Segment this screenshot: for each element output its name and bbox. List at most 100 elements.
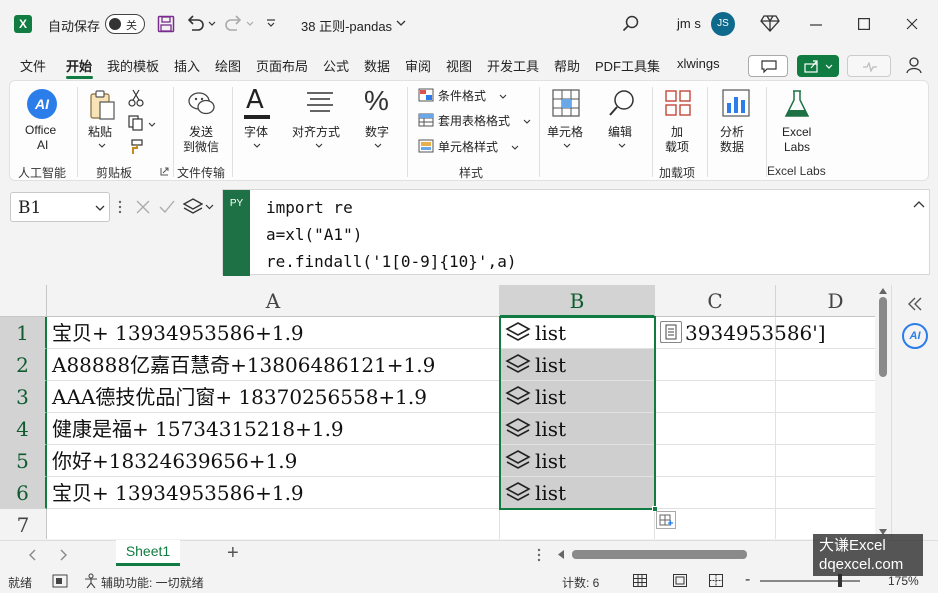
cell-a4[interactable]: 健康是福+ 15734315218+1.9: [47, 413, 500, 445]
normal-view-icon[interactable]: [633, 574, 647, 587]
tab-file[interactable]: 文件: [20, 56, 46, 75]
minimize-icon[interactable]: [810, 24, 822, 26]
tab-home[interactable]: 开始: [66, 56, 92, 75]
row-header[interactable]: 3: [0, 381, 47, 413]
search-icon[interactable]: [622, 15, 640, 33]
scroll-up-icon[interactable]: [879, 288, 887, 294]
tab-pdf-tools[interactable]: PDF工具集: [595, 56, 660, 75]
tab-xlwings[interactable]: xlwings: [677, 56, 720, 71]
cell-b4[interactable]: list: [500, 413, 655, 445]
cell-a6[interactable]: 宝贝+ 13934953586+1.9: [47, 477, 500, 509]
cancel-icon[interactable]: [136, 200, 150, 214]
cell-d4[interactable]: [776, 413, 875, 445]
cell-d5[interactable]: [776, 445, 875, 477]
comments-button[interactable]: [748, 55, 788, 77]
tab-data[interactable]: 数据: [364, 56, 390, 75]
more-options-icon[interactable]: [118, 199, 122, 215]
excel-labs-button[interactable]: Excel Labs: [774, 87, 820, 159]
add-ins-button[interactable]: 加 载项: [658, 87, 698, 159]
card-icon[interactable]: [660, 321, 682, 343]
tab-review[interactable]: 审阅: [405, 56, 431, 75]
tab-formulas[interactable]: 公式: [323, 56, 349, 75]
cell-b3[interactable]: list: [500, 381, 655, 413]
count-summary[interactable]: 计数: 6: [562, 574, 599, 591]
document-title[interactable]: 38 正则-pandas: [301, 16, 392, 35]
cell-a3[interactable]: AAA德技优品门窗+ 18370256558+1.9: [47, 381, 500, 413]
tab-view[interactable]: 视图: [446, 56, 472, 75]
cell-d2[interactable]: [776, 349, 875, 381]
cell-c3[interactable]: [655, 381, 776, 413]
zoom-level[interactable]: 175%: [888, 574, 919, 588]
select-all-corner[interactable]: [0, 285, 47, 317]
vertical-scrollbar[interactable]: [876, 285, 890, 539]
redo-dropdown-icon[interactable]: [246, 21, 254, 27]
editing-button[interactable]: 编辑: [602, 87, 642, 159]
vertical-scroll-thumb[interactable]: [879, 297, 887, 377]
paste-button[interactable]: 粘贴: [84, 87, 120, 159]
cell-b2[interactable]: list: [500, 349, 655, 381]
row-header[interactable]: 7: [0, 509, 47, 539]
number-button[interactable]: % 数字: [360, 85, 396, 159]
office-ai-button[interactable]: AI Office AI: [22, 87, 64, 159]
tab-help[interactable]: 帮助: [554, 56, 580, 75]
add-sheet-button[interactable]: +: [227, 542, 239, 565]
redo-icon[interactable]: [224, 14, 244, 32]
dialog-launcher-icon[interactable]: [160, 167, 169, 176]
name-box[interactable]: B1: [10, 192, 110, 222]
copy-icon[interactable]: [128, 115, 144, 131]
row-header[interactable]: 2: [0, 349, 47, 381]
cell-styles-button[interactable]: 单元格样式: [416, 137, 536, 157]
cell-b5[interactable]: list: [500, 445, 655, 477]
format-as-table-button[interactable]: 套用表格格式: [416, 111, 536, 131]
cell-d6[interactable]: [776, 477, 875, 509]
next-sheet-icon[interactable]: [60, 549, 68, 561]
python-object-icon[interactable]: [505, 481, 531, 505]
cut-icon[interactable]: [128, 89, 144, 107]
cell-a2[interactable]: A88888亿嘉百慧奇+13806486121+1.9: [47, 349, 500, 381]
send-to-wechat-button[interactable]: 发送 到微信: [180, 87, 224, 159]
collapse-pane-icon[interactable]: [906, 297, 924, 311]
python-object-icon[interactable]: [505, 353, 531, 377]
share-button[interactable]: [797, 55, 839, 77]
cell-c2[interactable]: [655, 349, 776, 381]
row-header[interactable]: 4: [0, 413, 47, 445]
cell-b1[interactable]: list: [500, 317, 655, 349]
tab-my-templates[interactable]: 我的模板: [107, 56, 159, 75]
office-ai-pane-icon[interactable]: AI: [902, 323, 928, 349]
alignment-button[interactable]: 对齐方式: [290, 87, 348, 159]
page-break-view-icon[interactable]: [709, 574, 723, 587]
collapse-formula-bar-icon[interactable]: [913, 200, 925, 208]
copilot-person-icon[interactable]: [905, 55, 925, 75]
close-icon[interactable]: [906, 18, 918, 30]
column-header-a[interactable]: A: [47, 285, 500, 317]
python-object-icon[interactable]: [505, 321, 531, 345]
zoom-out-button[interactable]: -: [745, 571, 750, 589]
scroll-left-icon[interactable]: [558, 550, 564, 559]
title-chevron-down-icon[interactable]: [396, 20, 406, 27]
tab-split-icon[interactable]: [537, 548, 541, 562]
cell-a1[interactable]: 宝贝+ 13934953586+1.9: [47, 317, 500, 349]
row-header[interactable]: 1: [0, 317, 47, 349]
maximize-icon[interactable]: [858, 18, 870, 30]
accessibility-icon[interactable]: [84, 573, 98, 589]
horizontal-scroll-thumb[interactable]: [572, 550, 747, 559]
prev-sheet-icon[interactable]: [28, 549, 36, 561]
zoom-slider[interactable]: [760, 580, 860, 582]
diamond-icon[interactable]: [760, 14, 780, 32]
formula-editor[interactable]: PY import re a=xl("A1") re.findall('1[0-…: [222, 189, 930, 276]
python-object-icon[interactable]: [505, 385, 531, 409]
analyze-data-button[interactable]: 分析 数据: [714, 87, 758, 159]
python-object-icon[interactable]: [505, 417, 531, 441]
worksheet-grid[interactable]: A B C D 1 2 3 4 5 6 7 宝贝+ 13934953586+1.…: [0, 285, 875, 539]
cell-c5[interactable]: [655, 445, 776, 477]
catch-up-button[interactable]: [847, 55, 891, 77]
cells-button[interactable]: 单元格: [545, 87, 589, 159]
cell-b6[interactable]: list: [500, 477, 655, 509]
cell-d3[interactable]: [776, 381, 875, 413]
cell-a7[interactable]: [47, 509, 500, 539]
column-header-d[interactable]: D: [776, 285, 875, 317]
cell-c6[interactable]: [655, 477, 776, 509]
macro-record-icon[interactable]: [52, 574, 68, 588]
column-header-b[interactable]: B: [500, 285, 655, 317]
python-object-icon[interactable]: [505, 449, 531, 473]
